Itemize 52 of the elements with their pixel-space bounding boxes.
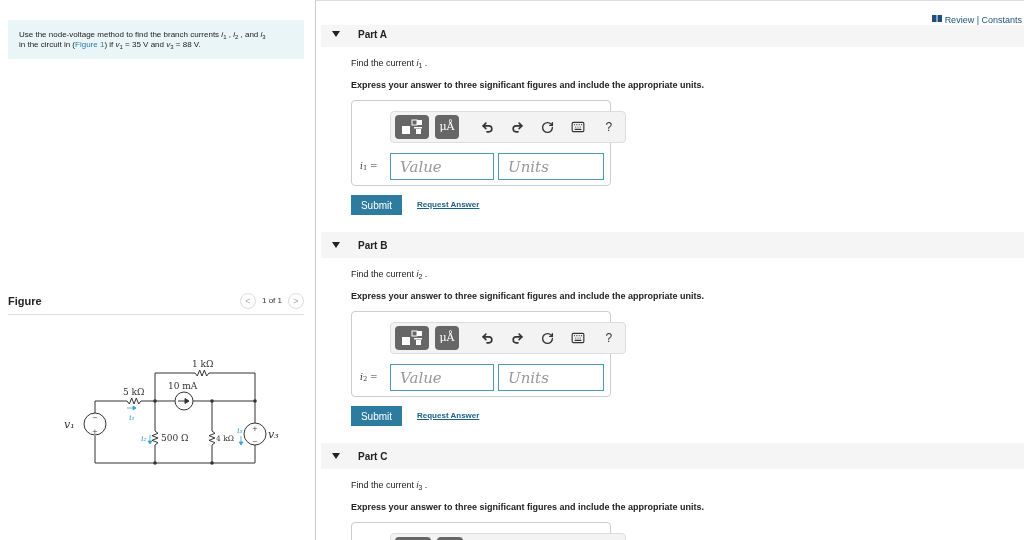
figure-pager: 1 of 1	[262, 295, 282, 308]
resistor-label: 5 kΩ	[123, 386, 145, 397]
keyboard-icon	[571, 120, 586, 134]
part-title: Part A	[358, 28, 388, 42]
templates-button[interactable]	[395, 326, 429, 350]
resistor-label: 500 Ω	[161, 432, 189, 443]
question-text: Find the current i$_{1}$ .	[351, 57, 429, 71]
value-field[interactable]: Value	[390, 153, 494, 180]
instruction-text: Express your answer to three significant figures and include the appropriate units.	[351, 289, 706, 303]
part-header[interactable]: Part C	[321, 443, 1024, 469]
undo-icon	[480, 120, 494, 134]
voltage-label: v₃	[268, 427, 279, 441]
part-header[interactable]: Part B	[321, 232, 1024, 258]
units-field[interactable]: Units	[498, 153, 604, 180]
current-label: i₃	[237, 425, 243, 435]
question-text: Find the current i$_{3}$ .	[351, 479, 429, 493]
template-icon	[400, 119, 423, 135]
reset-icon	[541, 120, 555, 134]
part-title: Part C	[358, 449, 388, 464]
current-label: i₁	[129, 412, 135, 422]
request-answer-link[interactable]: Request Answer	[417, 410, 480, 422]
units-button[interactable]: μÅ	[434, 326, 460, 350]
value-field[interactable]: Value	[390, 364, 494, 391]
variable-label: i$_{1}$ =	[360, 159, 379, 174]
templates-button[interactable]	[395, 115, 429, 139]
undo-icon	[480, 331, 494, 345]
redo-icon	[511, 120, 525, 134]
part-header[interactable]: Part A	[321, 25, 1024, 47]
book-icon	[931, 15, 942, 22]
template-icon	[400, 330, 423, 346]
units-field[interactable]: Units	[498, 364, 604, 391]
help-button[interactable]: ?	[596, 116, 621, 138]
reset-icon	[541, 331, 555, 345]
submit-button[interactable]: Submit	[351, 195, 402, 215]
voltage-label: v₁	[64, 417, 75, 431]
figure-heading: Figure	[8, 294, 42, 309]
instruction-text: Express your answer to three significant figures and include the appropriate units.	[351, 78, 706, 92]
part-title: Part B	[358, 238, 388, 253]
question-text: Find the current i$_{2}$ .	[351, 268, 429, 282]
review-constants-link[interactable]: Review | Constants	[944, 15, 1022, 25]
variable-label: i$_{2}$ =	[360, 370, 379, 385]
help-button[interactable]: ?	[596, 327, 621, 349]
submit-button[interactable]: Submit	[351, 406, 402, 426]
resistor-label: 1 kΩ	[192, 358, 214, 369]
current-source-label: 10 mA	[168, 380, 198, 391]
current-label: i₂	[141, 433, 147, 443]
keyboard-icon	[571, 331, 586, 345]
units-button[interactable]: μÅ	[434, 115, 460, 139]
request-answer-link[interactable]: Request Answer	[417, 199, 480, 211]
redo-icon	[511, 331, 525, 345]
problem-statement: Use the node-voltage method to find the branch currents i$_{1}$ , i$_{2}$ , and i$_{3}$ in the circuit in (Figure 1) if v$_{1}$ = 35 V and v$_{3}$ = 88 V.	[8, 20, 304, 59]
instruction-text: Express your answer to three significant figures and include the appropriate units.	[351, 500, 706, 514]
